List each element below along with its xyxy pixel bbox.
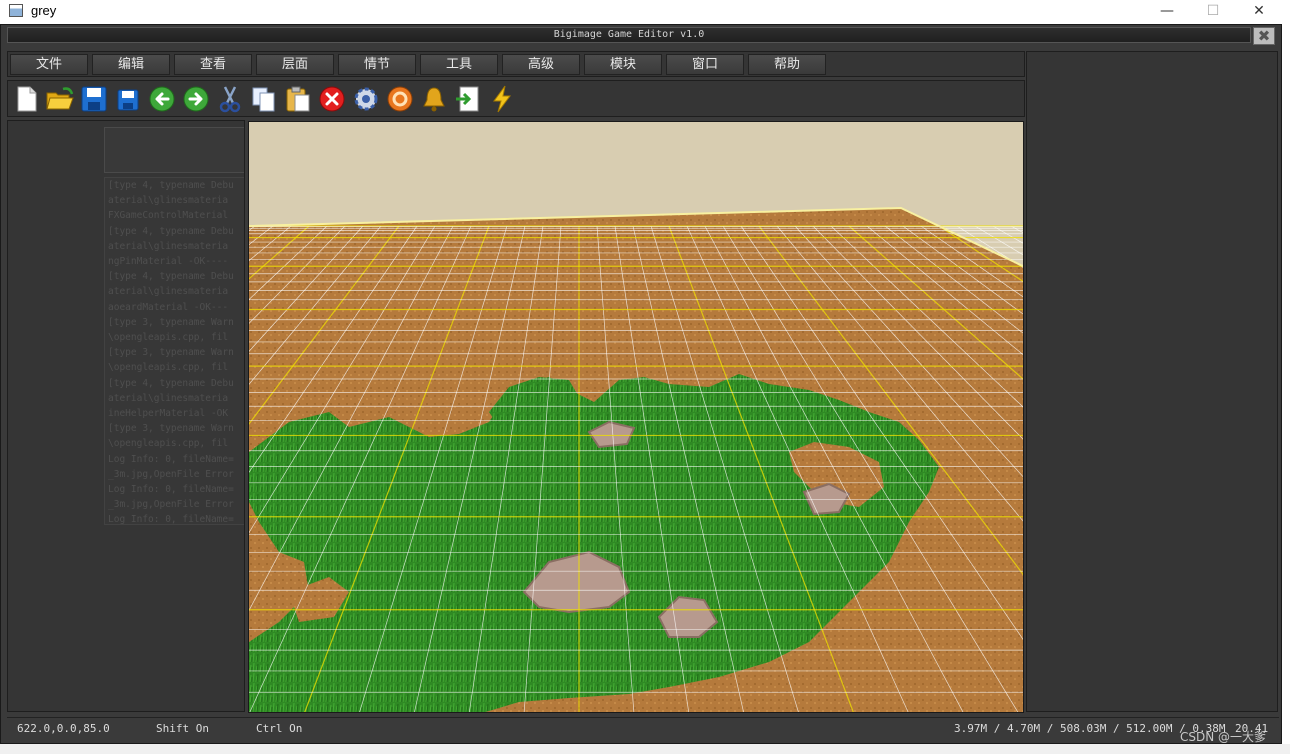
menu-help[interactable]: 帮助 — [748, 54, 826, 75]
log-line: ngPinMaterial -OK---- — [108, 256, 229, 268]
maximize-button[interactable]: ☐ — [1190, 0, 1236, 24]
log-line: aterial\glinesmateria — [108, 286, 229, 298]
editor-title: Bigimage Game Editor v1.0 — [553, 29, 705, 40]
log-line: [type 3, typename Warn — [108, 316, 234, 328]
right-panel — [1026, 51, 1278, 712]
3d-viewport[interactable] — [248, 121, 1024, 713]
log-line: [type 4, typename Debu — [108, 180, 234, 191]
terrain-scene — [249, 122, 1023, 712]
app-window-icon — [9, 4, 23, 17]
log-line: ineHelperMaterial -OK — [108, 408, 229, 420]
menu-bar: 文件 编辑 查看 层面 情节 工具 高级 模块 窗口 帮助 — [7, 51, 1025, 77]
log-line: Log Info: 0, fileName= — [108, 514, 234, 525]
copy-icon[interactable] — [249, 84, 279, 114]
log-line: Log Info: 0, fileName= — [108, 484, 234, 496]
menu-layer[interactable]: 层面 — [256, 54, 334, 75]
log-line: [type 3, typename Warn — [108, 423, 234, 435]
orange-circle-icon[interactable] — [385, 84, 415, 114]
redo-arrow-icon[interactable] — [181, 84, 211, 114]
bell-icon[interactable] — [419, 84, 449, 114]
log-line: aterial\glinesmateria — [108, 195, 229, 207]
log-line: \opengleapis.cpp, fil — [108, 332, 229, 344]
open-folder-icon[interactable] — [45, 84, 75, 114]
save-as-icon[interactable] — [113, 84, 143, 114]
menu-advanced[interactable]: 高级 — [502, 54, 580, 75]
log-line: aterial\glinesmateria — [108, 240, 229, 252]
log-line: \opengleapis.cpp, fil — [108, 362, 229, 374]
os-window-title: grey — [31, 3, 57, 18]
export-icon[interactable] — [453, 84, 483, 114]
save-icon[interactable] — [79, 84, 109, 114]
editor-frame: Bigimage Game Editor v1.0 ✖ 文件 编辑 查看 层面 … — [0, 24, 1282, 744]
log-header-box — [104, 127, 244, 173]
log-line: aterial\glinesmateria — [108, 392, 229, 404]
toolbar — [7, 80, 1025, 117]
menu-window[interactable]: 窗口 — [666, 54, 744, 75]
os-title-bar: grey — ☐ ✕ — [0, 0, 1290, 24]
undo-arrow-icon[interactable] — [147, 84, 177, 114]
log-line: [type 3, typename Warn — [108, 347, 234, 359]
log-line: _3m.jpg,OpenFile Error — [108, 468, 234, 480]
paste-icon[interactable] — [283, 84, 313, 114]
new-file-icon[interactable] — [11, 84, 41, 114]
log-line: [type 4, typename Debu — [108, 225, 234, 237]
left-panel: [type 4, typename Debu aterial\glinesmate… — [7, 120, 245, 712]
menu-plot[interactable]: 情节 — [338, 54, 416, 75]
menu-tools[interactable]: 工具 — [420, 54, 498, 75]
log-line: [type 4, typename Debu — [108, 271, 234, 283]
lightning-icon[interactable] — [487, 84, 517, 114]
cut-icon[interactable] — [215, 84, 245, 114]
taskbar-strip — [0, 744, 1290, 754]
log-output[interactable]: [type 4, typename Debu aterial\glinesmate… — [104, 177, 244, 525]
log-line: [type 4, typename Debu — [108, 377, 234, 389]
menu-file[interactable]: 文件 — [10, 54, 88, 75]
watermark: CSDN @一大爹 — [1180, 730, 1267, 744]
log-line: Log Info: 0, fileName= — [108, 453, 234, 465]
minimize-button[interactable]: — — [1144, 0, 1190, 24]
log-line: aoeardMaterial -OK--- — [108, 301, 229, 313]
status-coordinates: 622.0,0.0,85.0 — [17, 722, 110, 735]
settings-gear-icon[interactable] — [351, 84, 381, 114]
status-ctrl: Ctrl On — [256, 722, 303, 735]
editor-title-bar: Bigimage Game Editor v1.0 — [7, 27, 1251, 43]
log-line: FXGameControlMaterial — [108, 210, 229, 222]
menu-view[interactable]: 查看 — [174, 54, 252, 75]
status-bar: 622.0,0.0,85.0 Shift On Ctrl On 3.97M / … — [7, 717, 1279, 739]
menu-module[interactable]: 模块 — [584, 54, 662, 75]
editor-close-button[interactable]: ✖ — [1253, 27, 1275, 45]
menu-edit[interactable]: 编辑 — [92, 54, 170, 75]
log-line: _3m.jpg,OpenFile Error — [108, 499, 234, 511]
close-window-button[interactable]: ✕ — [1236, 0, 1282, 24]
log-line: \opengleapis.cpp, fil — [108, 438, 229, 450]
status-shift: Shift On — [156, 722, 209, 735]
delete-icon[interactable] — [317, 84, 347, 114]
